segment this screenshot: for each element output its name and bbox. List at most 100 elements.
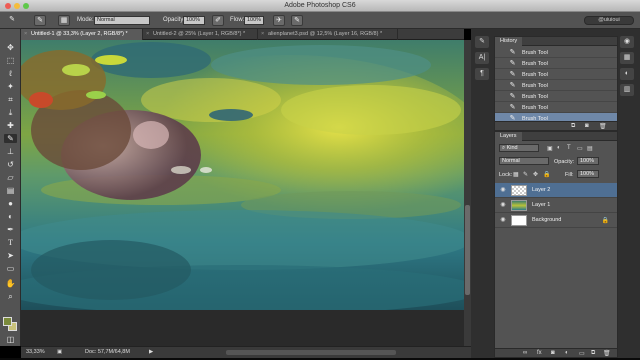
document-canvas[interactable] [21,40,464,346]
canvas-vertical-scrollbar[interactable] [464,40,471,346]
delete-layer-icon[interactable]: 🗑 [603,350,611,357]
pressure-opacity-icon[interactable]: ✐ [212,15,224,26]
visibility-eye-icon[interactable]: ◉ [499,216,507,224]
opacity-field[interactable]: 100% [183,16,205,25]
lock-transparent-icon[interactable]: ▦ [513,171,519,178]
layer-thumbnail [511,185,527,196]
tools-panel: ✥ ⬚ ℓ ✦ ⌗ ⤓ ✚ ✎ ⊥ ↺ ▱ ▤ ● ◐ ✒ T ➤ ▭ ✋ ⌕ … [0,29,21,346]
layers-tab[interactable]: Layers [495,132,522,141]
pen-icon[interactable]: ✒ [4,225,17,234]
link-layers-icon[interactable]: ∞ [523,350,527,356]
delete-state-icon[interactable]: 🗑 [599,123,607,130]
dodge-icon[interactable]: ◐ [4,212,17,221]
paragraph-icon[interactable]: ¶ [475,68,489,80]
close-tab-icon[interactable]: × [24,31,27,37]
lock-icon: 🔒 [601,218,609,224]
close-tab-icon[interactable]: × [146,31,149,37]
mode-select[interactable]: Normal [94,16,150,25]
brush-icon: ✎ [509,93,516,100]
tab-untitled-1[interactable]: × Untitled-1 @ 33,3% (Layer 2, RGB/8*) * [21,29,143,40]
adjustments-icon[interactable]: ◐ [620,68,634,80]
status-menu-arrow-icon[interactable]: ▶ [149,349,153,355]
close-tab-icon[interactable]: × [261,31,264,37]
zoom-icon[interactable]: ⌕ [4,292,17,301]
pressure-size-icon[interactable]: ✎ [291,15,303,26]
flow-field[interactable]: 100% [244,16,264,25]
status-options-icon[interactable]: ▣ [57,349,62,355]
gradient-icon[interactable]: ▤ [4,186,17,195]
layer-opacity-field[interactable]: 100% [577,157,599,165]
filter-adjust-icon[interactable]: ◐ [557,145,561,151]
lock-move-icon[interactable]: ✥ [533,171,538,178]
color-panel-icon[interactable]: ◉ [620,36,634,48]
layer-mask-icon[interactable]: ◙ [551,350,555,356]
swatches-icon[interactable]: ▦ [620,52,634,64]
scroll-thumb[interactable] [465,205,470,295]
filter-shape-icon[interactable]: ▭ [577,145,583,152]
lock-all-icon[interactable]: 🔒 [543,171,550,178]
layers-panel: Layers ⌕ Kind ▣ ◐ T ▭ ▤ Normal Opacity: … [494,131,618,358]
layer-style-icon[interactable]: fx [537,350,542,356]
adjustment-layer-icon[interactable]: ◐ [565,350,569,356]
layer-row-layer-2[interactable]: ◉ Layer 2 [495,183,617,198]
tab-untitled-2[interactable]: × Untitled-2 @ 25% (Layer 1, RGB/8*) * [143,29,258,40]
workspace-switcher[interactable]: @uiuioui [584,16,634,25]
eyedropper-icon[interactable]: ⤓ [4,108,17,117]
marquee-icon[interactable]: ⬚ [4,56,17,65]
healing-icon[interactable]: ✚ [4,121,17,130]
history-item[interactable]: ✎ Brush Tool [495,58,617,69]
brush-size-picker[interactable]: ✎ [34,15,46,26]
history-tab[interactable]: History [495,37,523,46]
new-document-from-state-icon[interactable]: ⧉ [571,123,575,130]
brush-panel-toggle-icon[interactable]: ▦ [58,15,70,26]
stamp-icon[interactable]: ⊥ [4,147,17,156]
path-select-icon[interactable]: ➤ [4,251,17,260]
type-icon[interactable]: T [4,238,17,247]
character-icon[interactable]: A| [475,52,489,64]
blur-icon[interactable]: ● [4,199,17,208]
foreground-color-swatch[interactable] [3,317,12,326]
tab-label: Untitled-2 @ 25% (Layer 1, RGB/8*) * [153,31,246,37]
quick-select-icon[interactable]: ✦ [4,82,17,91]
layer-row-layer-1[interactable]: ◉ Layer 1 [495,198,617,213]
tab-label: alienplanet3.psd @ 12,5% (Layer 16, RGB/… [268,31,383,37]
filter-pixel-icon[interactable]: ▣ [547,145,553,152]
crop-icon[interactable]: ⌗ [4,95,17,104]
brush-presets-icon[interactable]: ✎ [475,36,489,48]
hand-icon[interactable]: ✋ [4,279,17,288]
brush-icon: ✎ [509,71,516,78]
history-item[interactable]: ✎ Brush Tool [495,91,617,102]
layer-row-background[interactable]: ◉ Background 🔒 [495,213,617,228]
eraser-icon[interactable]: ▱ [4,173,17,182]
brush-preset-icon[interactable]: ✎ [6,15,18,26]
styles-icon[interactable]: ▥ [620,84,634,96]
blend-mode-select[interactable]: Normal [499,157,549,165]
new-layer-icon[interactable]: ⧉ [591,350,595,357]
fill-field[interactable]: 100% [577,170,599,178]
history-brush-icon[interactable]: ↺ [4,160,17,169]
mode-label: Mode: [77,17,94,23]
shape-icon[interactable]: ▭ [4,264,17,273]
filter-type-icon[interactable]: T [567,145,571,151]
new-group-icon[interactable]: ▭ [579,350,585,357]
history-item[interactable]: ✎ Brush Tool [495,80,617,91]
collapsed-panel-icons: ✎ A| ¶ [475,36,491,96]
layer-filter-kind[interactable]: ⌕ Kind [499,144,539,152]
history-item[interactable]: ✎ Brush Tool [495,69,617,80]
snapshot-icon[interactable]: ◙ [585,123,589,129]
visibility-eye-icon[interactable]: ◉ [499,201,507,209]
history-item[interactable]: ✎ Brush Tool [495,102,617,113]
tab-alienplanet3[interactable]: × alienplanet3.psd @ 12,5% (Layer 16, RG… [258,29,398,40]
lock-paint-icon[interactable]: ✎ [523,171,528,178]
lasso-icon[interactable]: ℓ [4,69,17,78]
quick-mask-icon[interactable]: ◫ [4,335,17,344]
filter-smart-icon[interactable]: ▤ [587,145,593,152]
airbrush-icon[interactable]: ✈ [273,15,285,26]
history-item[interactable]: ✎ Brush Tool [495,47,617,58]
flow-label: Flow: [230,17,245,23]
move-icon[interactable]: ✥ [4,43,17,52]
visibility-eye-icon[interactable]: ◉ [499,186,507,194]
horizontal-scrollbar[interactable] [226,350,396,355]
brush-tool-icon[interactable]: ✎ [4,134,17,143]
zoom-readout[interactable]: 33,33% [26,349,45,355]
